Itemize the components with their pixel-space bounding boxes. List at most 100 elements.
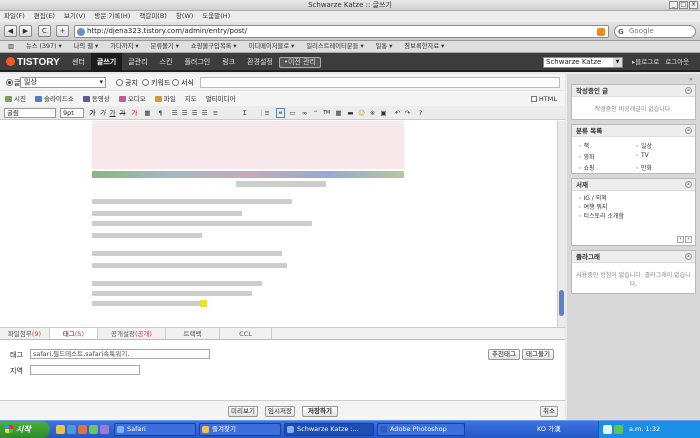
- underline-button[interactable]: 가: [108, 108, 117, 118]
- html-toggle[interactable]: HTML: [530, 92, 557, 106]
- special-char-icon[interactable]: ※: [368, 108, 377, 118]
- nav-settings[interactable]: 환경설정: [241, 53, 279, 72]
- bookmark-item[interactable]: 쇼핑몰구입목록 ▾: [185, 41, 243, 52]
- rss-icon[interactable]: [597, 28, 605, 36]
- list-icon[interactable]: ⋮≡: [258, 108, 270, 118]
- taskbar-window-favorites[interactable]: 즐겨찾기: [199, 423, 281, 436]
- taskbar-window-safari[interactable]: Safari: [114, 423, 196, 436]
- menu-history[interactable]: 방문 기록(H): [94, 11, 130, 22]
- html-checkbox[interactable]: [530, 96, 537, 102]
- more-icon[interactable]: TM: [322, 108, 331, 118]
- maximize-button[interactable]: □: [679, 1, 688, 9]
- attach-slideshow-button[interactable]: 슬라이드쇼: [34, 92, 74, 106]
- nav-center[interactable]: 센터: [66, 53, 91, 72]
- bookmark-item[interactable]: 일러스트레이터분들 ▾: [300, 41, 369, 52]
- help-icon[interactable]: ?: [416, 108, 425, 118]
- quicklaunch-browser-icon[interactable]: [67, 425, 76, 434]
- link-icon[interactable]: ∞: [300, 108, 309, 118]
- volume-icon[interactable]: [603, 425, 612, 434]
- menu-window[interactable]: 창(W): [176, 11, 193, 22]
- bookmark-item[interactable]: 참보록한자료 ▾: [398, 41, 450, 52]
- menu-bookmarks[interactable]: 책갈피(B): [139, 11, 166, 22]
- temp-save-button[interactable]: 임시저장: [265, 406, 295, 417]
- bookmark-item[interactable]: 가다까지 ▾: [104, 41, 144, 52]
- back-button[interactable]: ◀: [4, 25, 17, 37]
- table-icon[interactable]: ▦: [334, 108, 343, 118]
- search-input[interactable]: G Google: [614, 25, 696, 38]
- menu-view[interactable]: 보기(V): [64, 11, 85, 22]
- editor-content[interactable]: [0, 121, 558, 327]
- hr-icon[interactable]: ▬: [346, 108, 355, 118]
- image-icon[interactable]: ▭: [288, 108, 297, 118]
- nav-plugin[interactable]: 플러그인: [178, 53, 216, 72]
- code-icon[interactable]: ▣: [379, 108, 388, 118]
- recommend-tags-button[interactable]: 추천태그: [488, 349, 520, 360]
- minimize-panel-icon[interactable]: -: [685, 181, 692, 188]
- tab-visibility[interactable]: 공개설정(공개): [98, 328, 166, 339]
- old-manager-button[interactable]: •이전 관리: [278, 57, 321, 68]
- quote-icon[interactable]: “: [311, 108, 320, 118]
- quicklaunch-media-icon[interactable]: [78, 425, 87, 434]
- blockquote-icon[interactable]: ❝: [276, 108, 285, 118]
- minimize-panel-icon[interactable]: -: [685, 87, 692, 94]
- address-bar[interactable]: http://djena323.tistory.com/admin/entry/…: [74, 25, 609, 38]
- close-button[interactable]: ×: [689, 1, 698, 9]
- category-select[interactable]: 일상 ▾: [20, 77, 106, 88]
- reload-button[interactable]: C: [38, 25, 51, 37]
- nav-link[interactable]: 링크: [216, 53, 241, 72]
- justify-icon[interactable]: ☰: [200, 108, 209, 118]
- align-left-icon[interactable]: ☰: [170, 108, 179, 118]
- logout-link[interactable]: 로그아웃: [665, 57, 689, 68]
- italic-button[interactable]: 가: [98, 108, 107, 118]
- title-input[interactable]: [200, 77, 560, 88]
- menu-help[interactable]: 도움말(H): [202, 11, 230, 22]
- category-radio[interactable]: [6, 79, 13, 86]
- next-page-icon[interactable]: ›: [685, 236, 692, 243]
- attach-audio-button[interactable]: 오디오: [118, 92, 146, 106]
- minimize-panel-icon[interactable]: -: [685, 127, 692, 134]
- category-item[interactable]: ◦ 책: [578, 141, 632, 150]
- category-item[interactable]: ◦ 영화: [578, 152, 632, 161]
- quicklaunch-app-icon[interactable]: [89, 425, 98, 434]
- tab-tags[interactable]: 태그(5): [50, 328, 98, 339]
- tab-ccl[interactable]: CCL: [220, 328, 272, 339]
- forward-button[interactable]: ▶: [19, 25, 32, 37]
- bold-button[interactable]: 가: [88, 108, 97, 118]
- attach-map-button[interactable]: 지도: [185, 92, 197, 106]
- strike-button[interactable]: 가: [118, 108, 127, 118]
- network-icon[interactable]: [614, 425, 623, 434]
- template-radio[interactable]: [172, 79, 179, 86]
- attach-file-button[interactable]: 파일: [154, 92, 176, 106]
- nav-write[interactable]: 글쓰기: [90, 53, 123, 72]
- category-item[interactable]: ◦ 쇼핑: [578, 163, 632, 172]
- undo-icon[interactable]: ↶: [393, 108, 402, 118]
- menu-file[interactable]: 파일(F): [4, 11, 25, 22]
- prev-page-icon[interactable]: ‹: [677, 236, 684, 243]
- preview-button[interactable]: 미리보기: [228, 406, 258, 417]
- emoticon-icon[interactable]: ☺: [357, 108, 366, 118]
- ime-indicator[interactable]: KO 가漢: [537, 421, 561, 438]
- start-button[interactable]: 시작: [0, 421, 50, 438]
- paragraph-icon[interactable]: ¶: [156, 108, 165, 118]
- bookmark-item[interactable]: 뉴스 (397) ▾: [20, 41, 68, 52]
- tistory-logo[interactable]: TISTORY: [6, 57, 60, 69]
- bookmark-item[interactable]: 분류몰기 ▾: [145, 41, 185, 52]
- category-item[interactable]: ◦ TV: [636, 152, 690, 161]
- minimize-panel-icon[interactable]: -: [685, 253, 692, 260]
- font-size-select[interactable]: 9pt: [60, 108, 84, 118]
- align-right-icon[interactable]: ☰: [190, 108, 199, 118]
- nav-skin[interactable]: 스킨: [154, 53, 179, 72]
- bookmark-item[interactable]: 일통 ▾: [370, 41, 399, 52]
- go-to-blog-link[interactable]: ▸블로그로: [632, 57, 659, 68]
- tab-trackback[interactable]: 트랙백: [166, 328, 220, 339]
- series-item[interactable]: ◦ IG / 외외: [578, 194, 689, 203]
- category-item[interactable]: ◦ 일상: [636, 141, 690, 150]
- minimize-button[interactable]: _: [669, 1, 678, 9]
- attach-photo-button[interactable]: 시진: [5, 92, 26, 106]
- clock[interactable]: a.m. 1:32: [629, 425, 660, 433]
- bg-color-icon[interactable]: ▦: [143, 108, 152, 118]
- quicklaunch-folder-icon[interactable]: [56, 425, 65, 434]
- location-input[interactable]: [30, 365, 140, 375]
- menu-edit[interactable]: 편집(E): [34, 11, 55, 22]
- taskbar-window-photoshop[interactable]: Adobe Photoshop: [377, 423, 465, 436]
